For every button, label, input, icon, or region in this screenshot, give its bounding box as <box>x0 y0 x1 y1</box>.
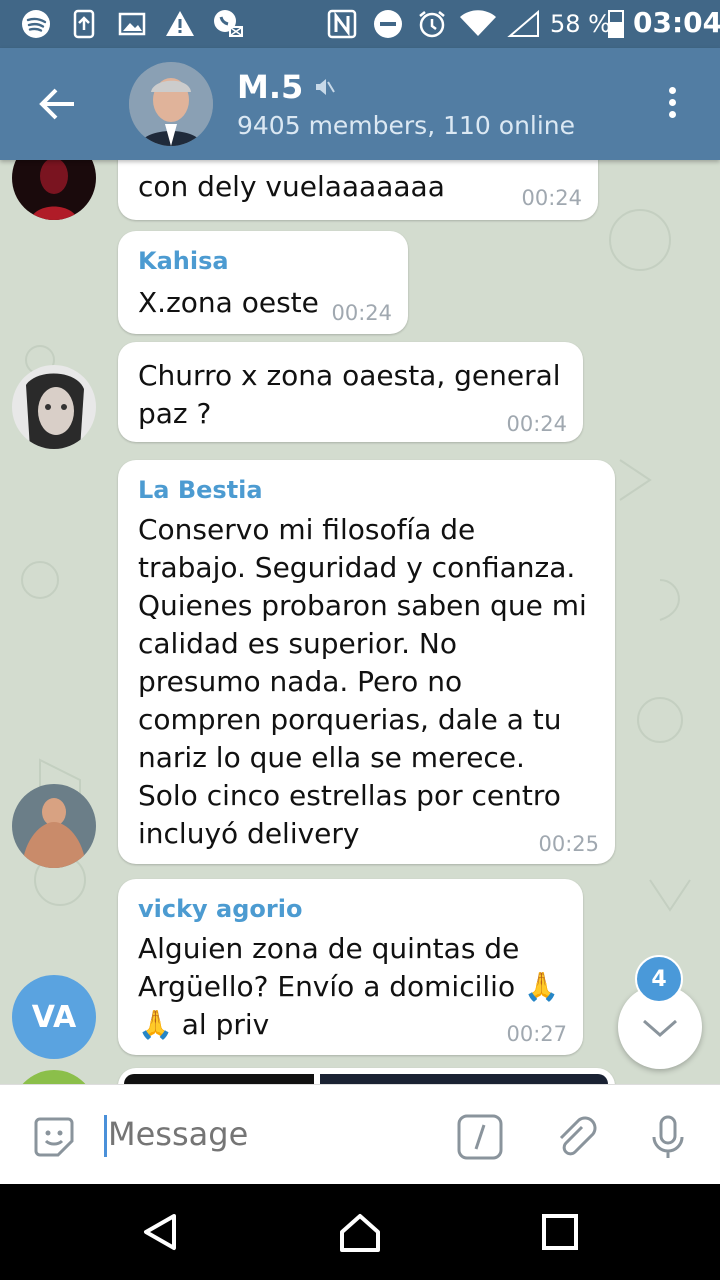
message-time: 00:24 <box>331 301 392 325</box>
signal-icon <box>507 9 539 37</box>
battery-icon <box>608 10 624 38</box>
message-text: Alguien zona de quintas de Argüello? Env… <box>138 932 559 1041</box>
message-time: 00:27 <box>506 1022 567 1046</box>
more-options-icon[interactable] <box>660 84 684 124</box>
sender-name: Kahisa <box>138 247 229 275</box>
sticker-icon[interactable] <box>30 1113 78 1161</box>
group-avatar[interactable] <box>129 62 213 146</box>
spotify-icon <box>22 10 50 38</box>
message-bubble[interactable]: Kahisa X.zona oeste 00:24 <box>118 231 408 334</box>
text-cursor <box>104 1115 107 1157</box>
message-time: 00:25 <box>538 832 599 856</box>
unread-count-badge: 4 <box>635 955 683 1003</box>
group-title[interactable]: M.5 <box>237 68 336 106</box>
status-bar: 58 % 03:04 <box>0 0 720 48</box>
nfc-icon <box>327 9 357 39</box>
message-bubble[interactable]: La Bestia Conservo mi filosofía de traba… <box>118 460 615 864</box>
user-avatar[interactable] <box>12 365 96 449</box>
microphone-icon[interactable] <box>644 1113 692 1161</box>
alarm-icon <box>419 11 445 38</box>
nav-home-icon[interactable] <box>336 1208 384 1256</box>
dnd-icon <box>374 10 402 38</box>
warning-icon <box>166 11 194 36</box>
bot-command-icon[interactable] <box>456 1113 504 1161</box>
user-avatar-initials[interactable]: VA <box>12 975 96 1059</box>
message-text: Churro x zona oaesta, general paz ? <box>138 359 561 430</box>
muted-icon <box>316 79 336 95</box>
chat-header: M.5 9405 members, 110 online <box>0 48 720 160</box>
message-time: 00:24 <box>521 186 582 210</box>
attach-icon[interactable] <box>552 1113 600 1161</box>
upload-icon <box>73 9 95 39</box>
user-avatar[interactable] <box>12 784 96 868</box>
photo-message[interactable] <box>118 1068 615 1084</box>
message-text: Conservo mi filosofía de trabajo. Seguri… <box>138 513 587 850</box>
wifi-icon <box>460 10 496 36</box>
group-name: M.5 <box>237 68 304 106</box>
nav-back-icon[interactable] <box>136 1208 184 1256</box>
sender-name: vicky agorio <box>138 895 303 923</box>
message-bubble[interactable]: con dely vuelaaaaaaa 00:24 <box>118 160 598 220</box>
clock: 03:04 <box>633 6 720 39</box>
sender-name: La Bestia <box>138 476 263 504</box>
message-list[interactable]: con dely vuelaaaaaaa 00:24 Kahisa X.zona… <box>0 160 720 1084</box>
missed-call-icon <box>214 10 243 37</box>
message-input[interactable] <box>108 1115 438 1153</box>
message-input-bar <box>0 1084 720 1185</box>
system-navigation-bar <box>0 1184 720 1280</box>
back-arrow-icon[interactable] <box>36 86 76 122</box>
message-text: X.zona oeste <box>138 286 319 319</box>
message-text: con dely vuelaaaaaaa <box>138 170 445 203</box>
battery-percent: 58 % <box>550 10 611 38</box>
image-icon <box>118 12 146 36</box>
nav-recents-icon[interactable] <box>536 1208 584 1256</box>
group-members-status: 9405 members, 110 online <box>237 111 576 140</box>
message-bubble[interactable]: vicky agorio Alguien zona de quintas de … <box>118 879 583 1055</box>
message-bubble[interactable]: Churro x zona oaesta, general paz ? 00:2… <box>118 342 583 442</box>
message-time: 00:24 <box>506 412 567 436</box>
